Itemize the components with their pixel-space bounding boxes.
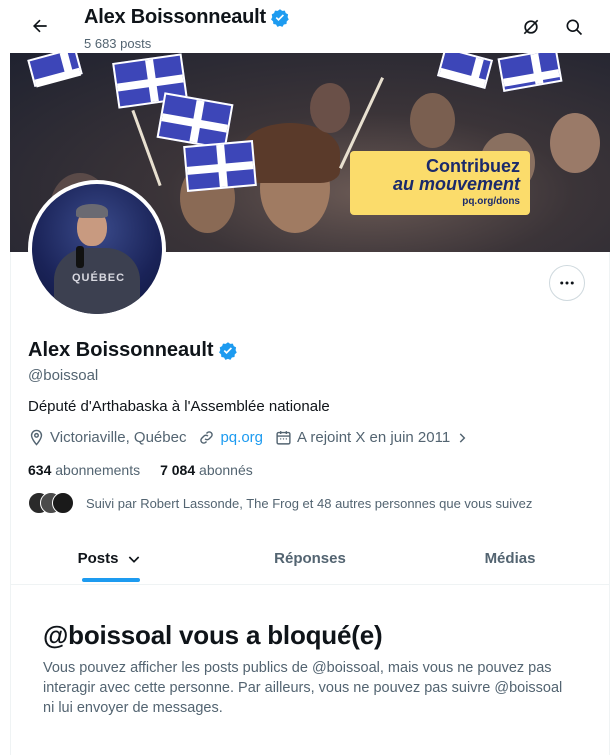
promo-line-1: Contribuez	[426, 156, 520, 176]
search-button[interactable]	[561, 14, 587, 40]
top-bar: Alex Boissonneault 5 683 posts	[10, 0, 610, 53]
search-icon	[566, 19, 583, 36]
blocked-title: @boissoal vous a bloqué(e)	[43, 620, 383, 650]
profile-avatar[interactable]: QUÉBEC	[28, 180, 166, 318]
followers-link[interactable]: 7 084 abonnés	[160, 462, 253, 478]
translate-off-button[interactable]	[518, 14, 544, 40]
followed-by[interactable]: Suivi par Robert Lassonde, The Frog et 4…	[28, 492, 532, 514]
post-count: 5 683 posts	[84, 36, 152, 51]
verified-badge-icon	[271, 8, 289, 27]
calendar-icon	[276, 431, 291, 445]
profile-handle: @boissoal	[28, 367, 99, 384]
link-icon	[200, 431, 214, 444]
more-options-button[interactable]	[549, 265, 585, 301]
following-label: abonnements	[55, 462, 141, 478]
profile-name-text: Alex Boissonneault	[28, 339, 214, 361]
verified-badge-icon[interactable]	[218, 341, 238, 361]
profile-bio: Député d'Arthabaska à l'Assemblée nation…	[28, 398, 330, 415]
following-count: 634	[28, 462, 52, 478]
followers-label: abonnés	[199, 462, 253, 478]
promo-line-2: au mouvement	[392, 174, 520, 194]
tab-media[interactable]: Médias	[410, 533, 610, 584]
website-link[interactable]: pq.org	[220, 429, 263, 446]
profile-tabs: Posts Réponses Médias	[10, 533, 610, 585]
more-icon	[560, 281, 574, 285]
following-link[interactable]: 634 abonnements	[28, 462, 140, 478]
tab-posts-label: Posts	[77, 550, 119, 567]
tab-posts[interactable]: Posts	[10, 533, 210, 584]
avatar-hair	[76, 204, 108, 218]
back-button[interactable]	[26, 12, 54, 40]
header-name: Alex Boissonneault	[84, 6, 290, 29]
tab-media-label: Médias	[484, 550, 536, 567]
translate-off-icon	[523, 19, 539, 35]
profile-meta: Victoriaville, Québec pq.org A rejoint X…	[28, 429, 469, 446]
active-tab-indicator	[82, 578, 140, 582]
promo-url: pq.org/dons	[462, 195, 520, 207]
header-name-text: Alex Boissonneault	[84, 6, 266, 28]
location-text: Victoriaville, Québec	[50, 429, 187, 446]
profile-name: Alex Boissonneault	[28, 339, 238, 362]
followed-by-text: Suivi par Robert Lassonde, The Frog et 4…	[86, 495, 533, 511]
tab-replies[interactable]: Réponses	[210, 533, 410, 584]
tab-replies-label: Réponses	[274, 550, 346, 567]
join-date[interactable]: A rejoint X en juin 2011	[275, 429, 469, 446]
location: Victoriaville, Québec	[28, 429, 186, 446]
back-arrow-icon	[33, 19, 47, 33]
chevron-down-icon	[129, 555, 140, 563]
chevron-right-icon	[459, 432, 466, 443]
website: pq.org	[198, 429, 263, 446]
location-icon	[30, 429, 43, 446]
follow-counts: 634 abonnements 7 084 abonnés	[28, 462, 253, 478]
follower-avatar	[52, 492, 74, 514]
avatar-microphone	[76, 246, 84, 268]
donation-promo: Contribuez au mouvement pq.org/dons	[350, 151, 530, 215]
join-date-text: A rejoint X en juin 2011	[297, 429, 451, 446]
follower-avatars	[28, 492, 74, 514]
avatar-shirt-text: QUÉBEC	[72, 272, 126, 284]
followers-count: 7 084	[160, 462, 196, 478]
blocked-message: Vous pouvez afficher les posts publics d…	[43, 660, 563, 716]
